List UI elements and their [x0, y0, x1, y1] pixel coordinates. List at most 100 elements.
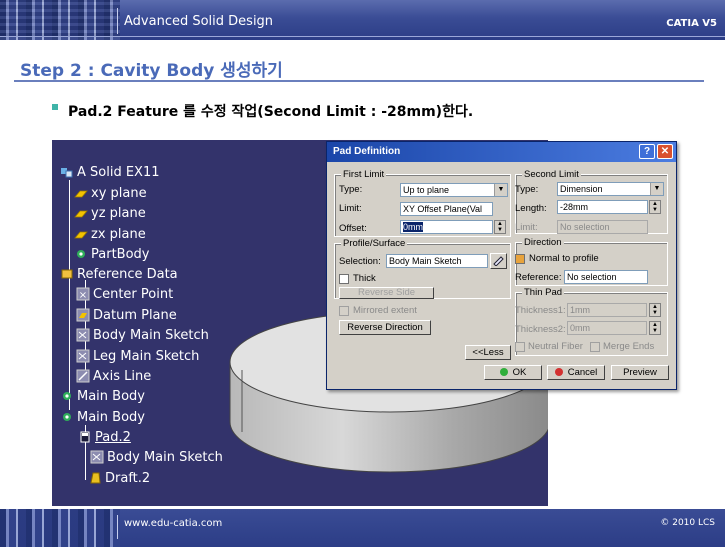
sketch-icon [90, 450, 104, 464]
header-rule [0, 36, 725, 37]
footer-divider [117, 515, 118, 539]
pencil-icon [493, 256, 504, 267]
tree-item-xy-plane[interactable]: xy plane [74, 184, 147, 202]
length-spinner[interactable]: ▲ ▼ [649, 200, 661, 214]
tree-item-partbody[interactable]: PartBody [74, 245, 149, 263]
thickness2-spinner[interactable]: ▲ ▼ [649, 321, 661, 335]
thickness1-label: Thickness1: [515, 305, 566, 316]
tree-item-pad-sketch[interactable]: Body Main Sketch [90, 448, 223, 466]
second-limit-field[interactable]: No selection [557, 220, 648, 234]
offset-value: 0mm [403, 222, 423, 232]
body-gear-icon [63, 413, 71, 421]
draft-icon [90, 472, 101, 484]
tree-label: Datum Plane [93, 307, 177, 323]
length-field[interactable]: -28mm [557, 200, 648, 214]
help-button[interactable]: ? [639, 144, 655, 159]
tree-label: Body Main Sketch [107, 449, 223, 465]
header-brand: CATIA V5 [666, 18, 717, 29]
first-type-value: Up to plane [403, 185, 450, 195]
close-button[interactable]: ✕ [657, 144, 673, 159]
thick-checkbox[interactable] [339, 274, 349, 284]
reverse-side-button[interactable]: Reverse Side [339, 287, 434, 299]
preview-button[interactable]: Preview [611, 365, 669, 380]
merge-ends-checkbox[interactable] [590, 342, 600, 352]
second-limit-label: Limit: [515, 222, 538, 233]
tree-label: Axis Line [93, 368, 152, 384]
footer-url[interactable]: www.edu-catia.com [124, 518, 222, 529]
reference-field[interactable]: No selection [564, 270, 648, 284]
thickness1-field[interactable]: 1mm [567, 303, 647, 317]
footer-band: www.edu-catia.com © 2010 LCS [0, 509, 725, 547]
bullet-icon [52, 104, 58, 110]
cancel-icon [554, 368, 563, 376]
first-limit-field[interactable]: XY Offset Plane(Val [400, 202, 493, 216]
tree-item-axis-line[interactable]: Axis Line [76, 367, 151, 385]
thick-label: Thick [353, 273, 376, 284]
tree-connector [69, 180, 70, 410]
chevron-down-icon[interactable]: ▼ [494, 184, 507, 196]
tree-item-reference-data[interactable]: Reference Data [60, 265, 178, 283]
tree-label: Pad.2 [95, 429, 131, 445]
pad-definition-dialog: Pad Definition ? ✕ First Limit Type: Up … [326, 141, 677, 390]
cancel-label: Cancel [567, 367, 598, 378]
neutral-fiber-checkbox[interactable] [515, 342, 525, 352]
ok-button[interactable]: OK [484, 365, 542, 380]
reverse-direction-button[interactable]: Reverse Direction [339, 320, 431, 335]
tree-item-draft2[interactable]: Draft.2 [88, 469, 150, 487]
instruction-text: Pad.2 Feature 를 수정 작업(Second Limit : -28… [68, 104, 474, 120]
offset-spinner[interactable]: ▲ ▼ [494, 220, 506, 234]
dialog-titlebar[interactable]: Pad Definition ? ✕ [327, 142, 676, 162]
header-mosaic-overlay [0, 0, 120, 40]
body-gear-icon [77, 250, 85, 258]
tree-label: Draft.2 [105, 470, 151, 486]
ok-label: OK [512, 367, 527, 378]
chevron-down-icon[interactable]: ▼ [650, 183, 663, 195]
thickness2-field[interactable]: 0mm [567, 321, 647, 335]
dialog-title: Pad Definition [333, 146, 401, 157]
footer-mosaic [0, 509, 120, 547]
header-title: Advanced Solid Design [124, 14, 274, 29]
tree-item-root[interactable]: A Solid EX11 [60, 163, 160, 181]
svg-text:×: × [79, 290, 87, 301]
normal-to-profile-checkbox[interactable] [515, 254, 525, 264]
tree-label: Main Body [77, 388, 145, 404]
cancel-button[interactable]: Cancel [547, 365, 605, 380]
header-band: Advanced Solid Design CATIA V5 [0, 0, 725, 40]
merge-ends-label: Merge Ends [603, 341, 655, 352]
tree-label: Body Main Sketch [93, 327, 209, 343]
direction-title: Direction [522, 237, 564, 248]
title-rule [14, 80, 704, 82]
part-icon [61, 168, 73, 178]
tree-item-main-body-1[interactable]: Main Body [60, 387, 145, 405]
selection-field[interactable]: Body Main Sketch [386, 254, 488, 268]
selection-label: Selection: [339, 256, 381, 267]
second-type-label: Type: [515, 184, 539, 195]
sketch-icon [76, 328, 90, 342]
mirrored-checkbox[interactable] [339, 306, 349, 316]
tree-label: A Solid EX11 [77, 164, 160, 180]
tree-item-main-body-2[interactable]: Main Body [60, 408, 145, 426]
thickness1-spinner[interactable]: ▲ ▼ [649, 303, 661, 317]
second-limit-title: Second Limit [522, 169, 581, 180]
tree-item-zx-plane[interactable]: zx plane [74, 225, 146, 243]
tree-item-body-main-sketch[interactable]: Body Main Sketch [76, 326, 209, 344]
tree-item-pad2[interactable]: Pad.2 [78, 428, 131, 446]
less-button[interactable]: <<Less [465, 345, 511, 360]
header-divider [117, 8, 118, 34]
datum-plane-icon [76, 308, 90, 322]
sketcher-button[interactable] [490, 253, 507, 269]
second-type-combo[interactable]: Dimension ▼ [557, 182, 664, 196]
offset-field[interactable]: 0mm [400, 220, 493, 234]
point-icon: × [76, 287, 90, 301]
first-limit-label: Limit: [339, 203, 362, 214]
tree-item-center-point[interactable]: × Center Point [76, 285, 173, 303]
plane-icon [74, 231, 88, 239]
tree-item-leg-main-sketch[interactable]: Leg Main Sketch [76, 347, 199, 365]
tree-item-yz-plane[interactable]: yz plane [74, 204, 146, 222]
neutral-fiber-label: Neutral Fiber [528, 341, 583, 352]
profile-title: Profile/Surface [341, 238, 408, 249]
reference-label: Reference: [515, 272, 562, 283]
tree-item-datum-plane[interactable]: Datum Plane [76, 306, 177, 324]
first-type-combo[interactable]: Up to plane ▼ [400, 183, 508, 197]
tree-label: Center Point [93, 286, 174, 302]
